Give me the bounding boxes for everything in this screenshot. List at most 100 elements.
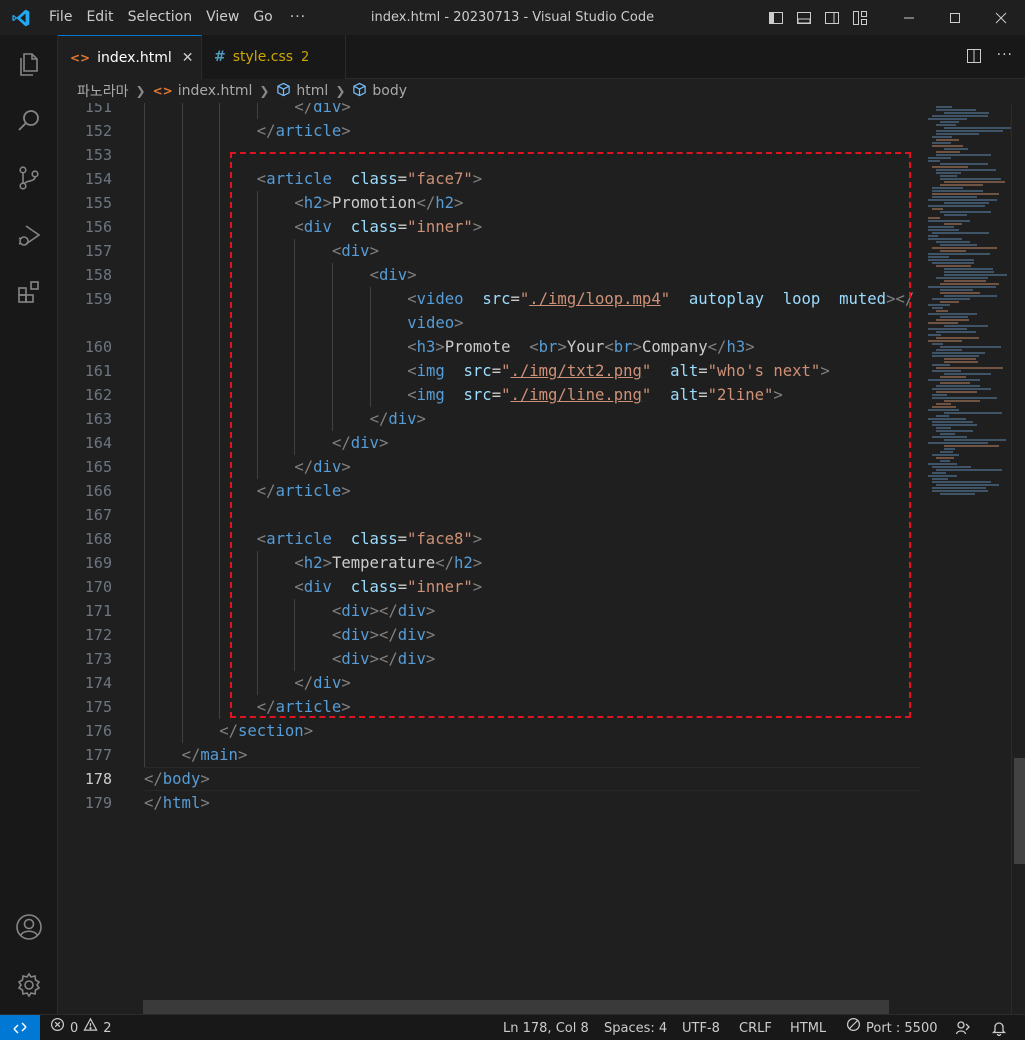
customize-layout-icon[interactable]: [850, 8, 870, 28]
horizontal-scrollbar[interactable]: [143, 1000, 889, 1014]
code-line[interactable]: 156 <div class="inner">: [58, 215, 920, 239]
code-token: >: [378, 434, 389, 452]
code-line[interactable]: 162 <img src="./img/line.png" alt="2line"…: [58, 383, 920, 407]
code-line[interactable]: 168 <article class="face8">: [58, 527, 920, 551]
code-line[interactable]: 165 </div>: [58, 455, 920, 479]
code-line[interactable]: 160 <h3>Promote <br>Your<br>Company</h3>: [58, 335, 920, 359]
code-token: article: [275, 122, 342, 140]
code-line[interactable]: 152 </article>: [58, 119, 920, 143]
code-text: </div>: [294, 671, 350, 695]
code-line[interactable]: 159 <video src="./img/loop.mp4" autoplay …: [58, 287, 920, 311]
indent-guide: [219, 167, 221, 191]
menu-file[interactable]: File: [42, 0, 79, 35]
breadcrumb-html[interactable]: html: [296, 83, 328, 99]
search-icon[interactable]: [0, 97, 58, 145]
code-line[interactable]: 178 </body>: [58, 767, 920, 791]
toggle-secondary-sidebar-icon[interactable]: [822, 8, 842, 28]
encoding-setting[interactable]: UTF-8: [682, 1015, 720, 1040]
line-number: 155: [84, 194, 112, 212]
close-tab-icon[interactable]: ✕: [182, 50, 194, 66]
line-number: 176: [84, 722, 112, 740]
code-line[interactable]: 151 </div>: [58, 103, 920, 119]
indent-guide: [144, 743, 145, 767]
code-line[interactable]: 155 <h2>Promotion</h2>: [58, 191, 920, 215]
code-line[interactable]: 158 <div>: [58, 263, 920, 287]
code-token: >: [425, 650, 436, 668]
code-line[interactable]: 173 <div></div>: [58, 647, 920, 671]
code-token: video: [416, 290, 464, 308]
code-token: ": [641, 362, 652, 380]
indent-guide: [144, 551, 145, 575]
scrollbar-thumb[interactable]: [1014, 758, 1025, 864]
code-line[interactable]: 177 </main>: [58, 743, 920, 767]
code-token: =: [491, 386, 502, 404]
code-line[interactable]: 179 </html>: [58, 791, 920, 815]
run-and-debug-icon[interactable]: [0, 211, 58, 259]
toggle-primary-sidebar-icon[interactable]: [766, 8, 786, 28]
code-line[interactable]: 164 </div>: [58, 431, 920, 455]
menu-edit[interactable]: Edit: [79, 0, 120, 35]
menu-view[interactable]: View: [199, 0, 246, 35]
menu-selection[interactable]: Selection: [121, 0, 200, 35]
problems-indicator[interactable]: 0 2: [50, 1015, 112, 1040]
manage-gear-icon[interactable]: [0, 961, 58, 1009]
minimap-line: [932, 247, 997, 249]
code-line[interactable]: 175 </article>: [58, 695, 920, 719]
tab-index-html[interactable]: <> index.html ✕: [58, 35, 202, 80]
code-line[interactable]: 172 <div></div>: [58, 623, 920, 647]
code-token: loop: [782, 290, 821, 308]
minimap-line: [932, 487, 986, 489]
toggle-panel-icon[interactable]: [794, 8, 814, 28]
notifications-bell-icon[interactable]: [991, 1015, 1007, 1040]
cursor-position[interactable]: Ln 178, Col 8: [503, 1015, 589, 1040]
minimap-line: [936, 331, 976, 333]
breadcrumb-body[interactable]: body: [372, 83, 407, 99]
close-window-icon[interactable]: [978, 0, 1024, 35]
vertical-scrollbar[interactable]: [1011, 103, 1025, 1014]
eol-setting[interactable]: CRLF: [739, 1015, 772, 1040]
code-line[interactable]: 157 <div>: [58, 239, 920, 263]
minimize-window-icon[interactable]: [886, 0, 932, 35]
code-text: <div class="inner">: [294, 215, 482, 239]
code-token: "who's next": [707, 362, 821, 380]
breadcrumb-file[interactable]: index.html: [178, 83, 253, 99]
breadcrumb-folder[interactable]: 파노라마: [77, 81, 129, 101]
extensions-icon[interactable]: [0, 268, 58, 316]
code-editor[interactable]: 151 </div> 152 </article> 153 154 <article cla…: [58, 103, 920, 1014]
maximize-window-icon[interactable]: [932, 0, 978, 35]
minimap-line: [932, 466, 971, 468]
accounts-icon[interactable]: [0, 903, 58, 951]
code-line[interactable]: 154 <article class="face7">: [58, 167, 920, 191]
code-line[interactable]: 169 <h2>Temperature</h2>: [58, 551, 920, 575]
code-line[interactable]: 163 </div>: [58, 407, 920, 431]
code-token: <: [332, 242, 342, 260]
language-mode[interactable]: HTML: [790, 1015, 826, 1040]
code-line[interactable]: 176 </section>: [58, 719, 920, 743]
minimap-line: [928, 328, 967, 330]
indent-guide: [219, 503, 221, 527]
menu-more-button[interactable]: ···: [280, 0, 316, 35]
code-line[interactable]: 161 <img src="./img/txt2.png" alt="who's …: [58, 359, 920, 383]
copilot-icon[interactable]: [955, 1015, 971, 1040]
minimap[interactable]: [920, 103, 1011, 1014]
code-line[interactable]: 171 <div></div>: [58, 599, 920, 623]
explorer-icon[interactable]: [0, 40, 58, 88]
indentation-setting[interactable]: Spaces: 4: [604, 1015, 667, 1040]
code-line[interactable]: video>: [58, 311, 920, 335]
indent-guide: [144, 527, 145, 551]
code-line[interactable]: 170 <div class="inner">: [58, 575, 920, 599]
split-editor-icon[interactable]: [965, 47, 983, 69]
more-actions-icon[interactable]: ···: [997, 47, 1013, 69]
code-line[interactable]: 166 </article>: [58, 479, 920, 503]
code-line[interactable]: 174 </div>: [58, 671, 920, 695]
code-line[interactable]: 167: [58, 503, 920, 527]
code-line[interactable]: 153: [58, 143, 920, 167]
tab-style-css[interactable]: # style.css 2: [202, 35, 346, 79]
indent-guide: [144, 407, 145, 431]
remote-indicator-icon[interactable]: [0, 1015, 40, 1040]
source-control-icon[interactable]: [0, 154, 58, 202]
live-server-port[interactable]: Port : 5500: [846, 1015, 938, 1040]
code-text: <div>: [370, 263, 417, 287]
menu-go[interactable]: Go: [246, 0, 279, 35]
indent-guide: [256, 671, 258, 695]
